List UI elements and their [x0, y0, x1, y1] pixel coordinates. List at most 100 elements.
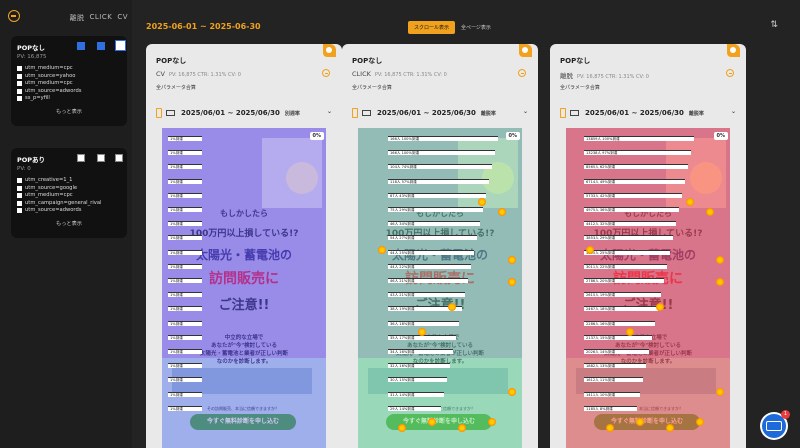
chat-icon	[766, 421, 782, 431]
scroll-marker: 1%到達	[168, 192, 202, 198]
scroll-marker: 166人 100%到達	[388, 136, 498, 141]
landing-page-preview: もしかしたら 100万円以上損している!? 太陽光・蓄電池の 訪問販売に ご注意…	[162, 128, 326, 448]
notification-badge: 1	[781, 410, 790, 419]
list-item[interactable]: utm_medium=cpc	[17, 80, 121, 88]
click-hotspot	[636, 418, 644, 426]
checkbox-exit[interactable]	[77, 42, 85, 50]
scroll-marker: 1%到達	[168, 405, 202, 411]
checkbox-exit[interactable]	[77, 154, 85, 162]
column-metric: CV PV: 16,875 CTR: 1.31% CV: 0	[156, 70, 241, 78]
list-item[interactable]: utm_source=adwords	[17, 207, 121, 215]
heatmap-overlay	[358, 128, 522, 448]
column-date: 2025/06/01 ~ 2025/06/30	[181, 109, 280, 117]
device-date-bar[interactable]: 2025/06/01 ~ 2025/06/30 離脱率 ⌄	[352, 106, 530, 120]
segment-pv: PV: 16,875	[17, 54, 47, 60]
column-metric: 離脱 PV: 16,875 CTR: 1.31% CV: 0	[560, 70, 649, 80]
scroll-marker: 1%到達	[168, 235, 202, 241]
chevron-down-icon[interactable]: ⌄	[731, 108, 736, 115]
laptop-icon[interactable]	[570, 110, 579, 116]
phone-icon[interactable]	[352, 108, 358, 118]
scroll-marker: 8565人 62%到達	[584, 164, 688, 170]
metric-stats: PV: 16,875 CTR: 1.31% CV: 0	[169, 72, 241, 78]
scroll-marker: 1882人 13%到達	[584, 363, 646, 369]
metric-stats: PV: 16,875 CTR: 1.31% CV: 0	[577, 74, 649, 80]
scroll-marker: 166人 100%到達	[388, 150, 495, 156]
filter-cv[interactable]: CV	[117, 13, 128, 23]
scroll-marker: 3853人 29%到達	[584, 235, 673, 241]
show-more-button[interactable]: もっと表示	[17, 220, 121, 227]
remove-icon[interactable]	[322, 69, 330, 77]
checkbox-cv[interactable]	[115, 154, 123, 162]
list-item[interactable]: utm_source=yahoo	[17, 73, 121, 81]
click-hotspot	[586, 246, 594, 254]
device-date-bar[interactable]: 2025/06/01 ~ 2025/06/30 離脱率 ⌄	[560, 106, 738, 120]
scroll-percent: 0%	[713, 132, 728, 140]
click-hotspot	[478, 198, 486, 206]
chevron-down-icon[interactable]: ⌄	[327, 108, 332, 115]
all-pages-button[interactable]: 全ページ表示	[455, 21, 497, 34]
scroll-marker: 31人 14%到達	[388, 391, 444, 397]
scroll-marker: 1%到達	[168, 334, 202, 340]
laptop-icon[interactable]	[166, 110, 175, 116]
chevron-down-icon[interactable]: ⌄	[523, 108, 528, 115]
checkbox-click[interactable]	[97, 42, 105, 50]
scroll-view-button[interactable]: スクロール表示	[408, 21, 456, 34]
scroll-marker: 4412人 32%到達	[584, 221, 676, 227]
device-date-bar[interactable]: 2025/06/01 ~ 2025/06/30 別週率 ⌄	[156, 106, 334, 120]
scroll-marker: 2286人 16%到達	[584, 320, 655, 326]
scroll-marker: 1%到達	[168, 306, 202, 312]
settings-icon[interactable]	[323, 44, 336, 57]
scroll-marker: 67人 43%到達	[388, 192, 486, 198]
filter-exit[interactable]: 離脱	[69, 13, 84, 23]
column-date: 2025/06/01 ~ 2025/06/30	[377, 109, 476, 117]
scroll-marker: 1%到達	[168, 178, 202, 184]
remove-icon[interactable]	[726, 69, 734, 77]
click-hotspot	[666, 424, 674, 432]
heatmap-overlay	[162, 128, 326, 448]
phone-icon[interactable]	[156, 108, 162, 118]
metric-stats: PV: 16,875 CTR: 1.31% CV: 0	[374, 72, 447, 78]
list-item[interactable]: utm_creative=1_1	[17, 177, 121, 185]
scroll-marker: 2615人 19%到達	[584, 292, 661, 298]
landing-page-preview: もしかしたら 100万円以上損している!? 太陽光・蓄電池の 訪問販売に ご注意…	[566, 128, 730, 448]
show-more-button[interactable]: もっと表示	[17, 108, 121, 115]
list-item[interactable]: utm_medium=cpc	[17, 65, 121, 73]
click-hotspot	[378, 246, 386, 254]
scroll-marker: 118人 57%到達	[388, 178, 489, 184]
click-hotspot	[458, 424, 466, 432]
scroll-percent: 0%	[309, 132, 324, 140]
settings-icon[interactable]	[519, 44, 532, 57]
list-item[interactable]: utm_campaign=general_rival	[17, 200, 121, 208]
list-item[interactable]: utm_medium=cpc	[17, 192, 121, 200]
list-item[interactable]: ss_p=yfill	[17, 95, 121, 103]
param-label: 全パラメータ合算	[352, 85, 392, 91]
settings-icon[interactable]	[727, 44, 740, 57]
click-hotspot	[488, 418, 496, 426]
param-list: utm_medium=cpc utm_source=yahoo utm_medi…	[17, 65, 121, 103]
checkbox-cv[interactable]	[115, 40, 126, 51]
date-range[interactable]: 2025-06-01 ~ 2025-06-30	[146, 22, 261, 31]
chat-button[interactable]: 1	[762, 410, 790, 438]
sort-icon[interactable]: ⇅	[770, 20, 778, 30]
list-item[interactable]: utm_source=adwords	[17, 88, 121, 96]
metric-name: CLICK	[352, 70, 371, 78]
click-hotspot	[696, 418, 704, 426]
segment-card-no-pop[interactable]: POPなし PV: 16,875 utm_medium=cpc utm_sour…	[11, 36, 127, 126]
scroll-marker: 5733人 42%到達	[584, 192, 682, 198]
heatmap-column: POPなし CV PV: 16,875 CTR: 1.31% CV: 0 全パラメ…	[146, 44, 342, 448]
device-label: 離脱率	[688, 110, 704, 117]
click-hotspot	[656, 303, 664, 311]
view-toggle: スクロール表示 全ページ表示	[408, 21, 497, 34]
phone-icon[interactable]	[560, 108, 566, 118]
collapse-icon[interactable]	[8, 10, 20, 22]
laptop-icon[interactable]	[362, 110, 371, 116]
param-label: 全パラメータ合算	[560, 85, 600, 91]
segment-card-pop[interactable]: POPあり PV: 0 utm_creative=1_1 utm_source=…	[11, 148, 127, 238]
scroll-marker: 1185人 8%到達	[584, 405, 637, 411]
click-hotspot	[706, 208, 714, 216]
scroll-marker: 43人 21%到達	[388, 292, 465, 298]
filter-click[interactable]: CLICK	[89, 13, 112, 23]
remove-icon[interactable]	[518, 69, 526, 77]
list-item[interactable]: utm_source=google	[17, 185, 121, 193]
checkbox-click[interactable]	[97, 154, 105, 162]
